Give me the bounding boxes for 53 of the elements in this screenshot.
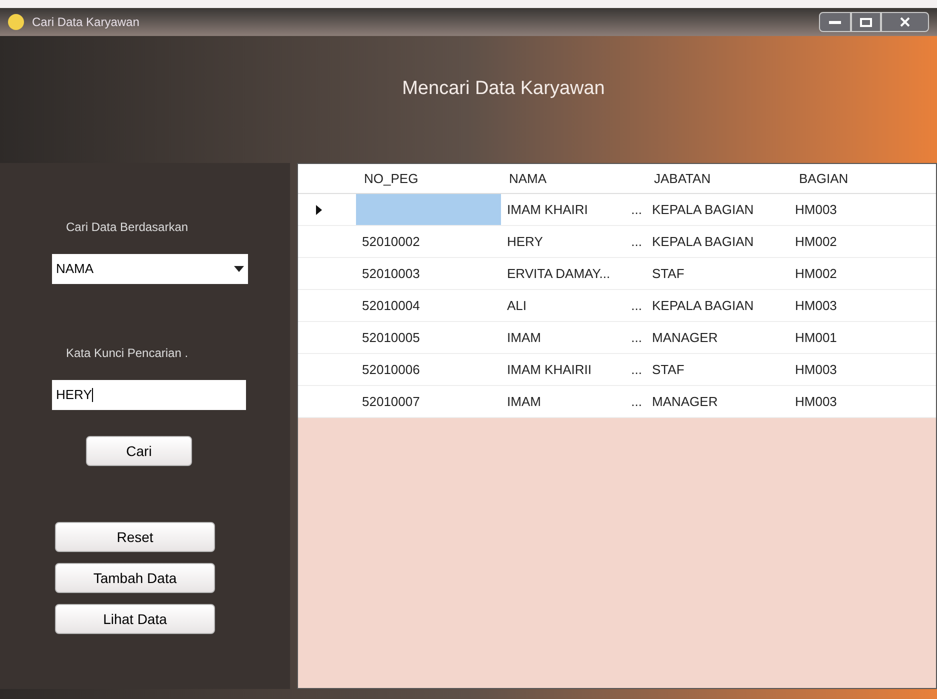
table-cell-text: ALI xyxy=(507,296,527,315)
table-cell: HM001 xyxy=(795,330,837,345)
table-cell: MANAGER xyxy=(652,330,718,345)
app-icon xyxy=(8,14,24,30)
keyword-field[interactable]: HERY xyxy=(52,380,246,410)
table-cell-text: HERY xyxy=(507,232,543,251)
column-header[interactable]: NO_PEG xyxy=(364,170,418,186)
ellipsis-text: ... xyxy=(631,232,642,251)
table-cell-text: 52010007 xyxy=(361,392,421,411)
minimize-button[interactable] xyxy=(819,12,851,32)
table-cell: HM002 xyxy=(795,234,837,249)
ellipsis-text: ... xyxy=(631,328,642,347)
column-header[interactable]: NAMA xyxy=(509,170,547,186)
table-cell-text: IMAM KHAIRI xyxy=(507,200,588,219)
table-cell-text: ERVITA DAMAY... xyxy=(507,264,610,283)
table-cell: KEPALA BAGIAN xyxy=(652,298,754,313)
action-button[interactable]: Lihat Data xyxy=(55,604,215,634)
search-button[interactable]: Cari xyxy=(86,436,192,466)
table-cell: KEPALA BAGIAN xyxy=(652,234,754,249)
ellipsis-text: ... xyxy=(631,392,642,411)
column-header[interactable]: JABATAN xyxy=(654,170,711,186)
window-title: Cari Data Karyawan xyxy=(32,14,140,31)
table-cell: HM002 xyxy=(795,266,837,281)
action-button[interactable]: Tambah Data xyxy=(55,563,215,593)
table-cell-text: 52010003 xyxy=(361,264,421,283)
table-cell: MANAGER xyxy=(652,394,718,409)
close-icon xyxy=(900,17,910,27)
table-cell: HM003 xyxy=(795,394,837,409)
ellipsis-text: ... xyxy=(631,296,642,315)
close-button[interactable] xyxy=(881,12,929,32)
table-cell: STAF xyxy=(652,266,684,281)
ellipsis-text: ... xyxy=(631,200,642,219)
table-cell: HM003 xyxy=(795,202,837,217)
table-cell: HM003 xyxy=(795,362,837,377)
ellipsis-text: ... xyxy=(631,360,642,379)
table-cell-text: 52010005 xyxy=(361,328,421,347)
table-cell: KEPALA BAGIAN xyxy=(652,202,754,217)
action-button[interactable]: Reset xyxy=(55,522,215,552)
dropdown-arrow-icon xyxy=(234,266,244,272)
table-cell-text: IMAM KHAIRII xyxy=(507,360,592,379)
field-label: Cari Data Berdasarkan xyxy=(66,219,188,236)
keyword-label: Kata Kunci Pencarian . xyxy=(66,345,188,362)
table-cell-text: 52010006 xyxy=(361,360,421,379)
search-by-dropdown[interactable]: NAMA xyxy=(52,254,248,284)
table-cell-text: 52010004 xyxy=(361,296,421,315)
table-cell-text: IMAM xyxy=(507,328,541,347)
form-heading: Mencari Data Karyawan xyxy=(402,77,605,102)
table-cell-text: 52010002 xyxy=(361,232,421,251)
column-header[interactable]: BAGIAN xyxy=(799,170,848,186)
maximize-button[interactable] xyxy=(851,12,881,32)
table-cell-text: IMAM xyxy=(507,392,541,411)
table-cell: STAF xyxy=(652,362,684,377)
table-cell: HM003 xyxy=(795,298,837,313)
